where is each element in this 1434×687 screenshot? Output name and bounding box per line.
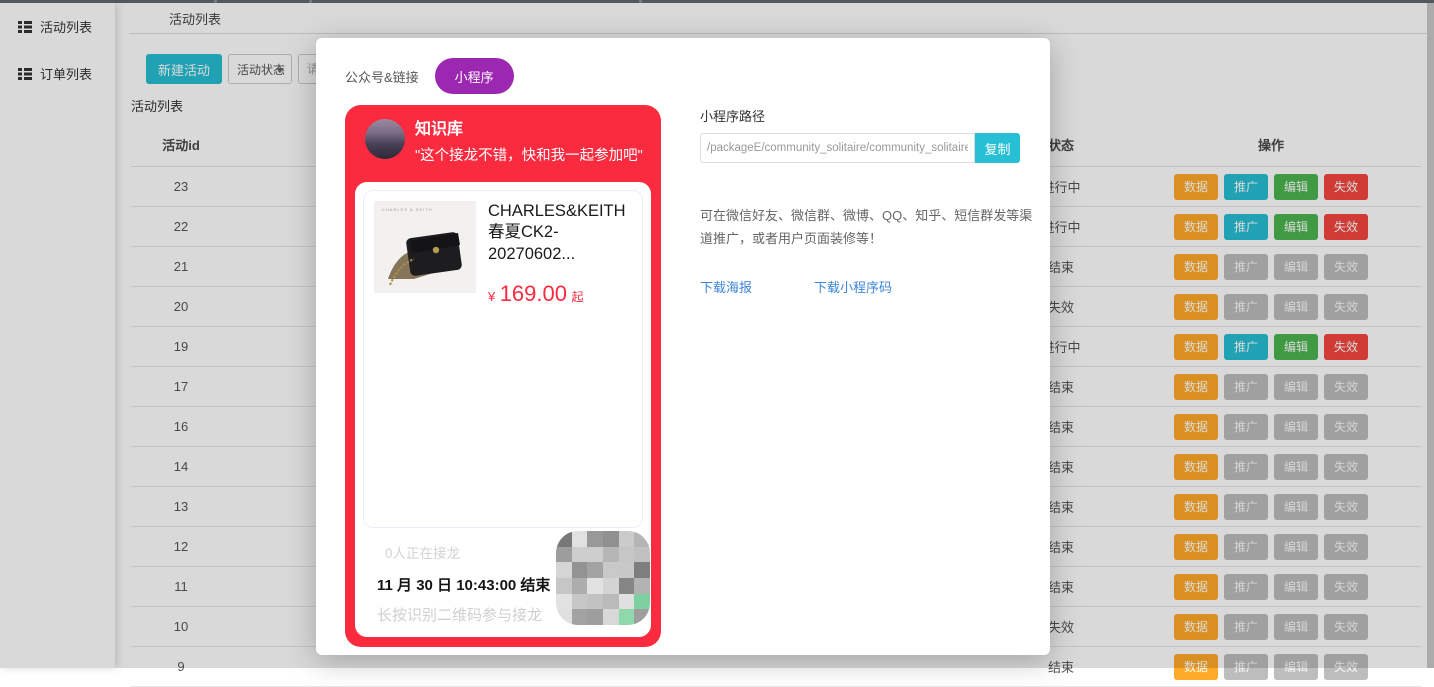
share-card-footer: 0人正在接龙 11 月 30 日 10:43:00 结束 长按识别二维码参与接龙 bbox=[355, 528, 651, 637]
share-card-header: 知识库 "这个接龙不错，快和我一起参加吧" bbox=[345, 105, 661, 165]
mini-program-path-section: 小程序路径 复制 可在微信好友、微信群、微博、QQ、知乎、短信群发等渠道推广，或… bbox=[700, 106, 1030, 296]
share-card-body: CHARLES & KEITH CHARLES&KEITH 春夏CK2- bbox=[355, 182, 651, 637]
modal-tabs: 公众号&链接 小程序 bbox=[316, 38, 1050, 94]
path-input[interactable] bbox=[700, 133, 975, 163]
path-label: 小程序路径 bbox=[700, 106, 1030, 125]
product-price: ¥ 169.00 起 bbox=[488, 281, 632, 307]
share-quote: "这个接龙不错，快和我一起参加吧" bbox=[415, 144, 643, 165]
promo-description: 可在微信好友、微信群、微博、QQ、知乎、短信群发等渠道推广，或者用户页面装修等！ bbox=[700, 205, 1040, 251]
download-links: 下载海报 下载小程序码 bbox=[700, 277, 1030, 296]
share-nickname: 知识库 bbox=[415, 120, 643, 139]
product-image: CHARLES & KEITH bbox=[374, 201, 476, 293]
share-modal: 公众号&链接 小程序 知识库 "这个接龙不错，快和我一起参加吧" CHARLES… bbox=[316, 38, 1050, 655]
product-section: CHARLES & KEITH CHARLES&KEITH 春夏CK2- bbox=[363, 190, 643, 528]
tab-mini-program[interactable]: 小程序 bbox=[435, 58, 514, 94]
qr-code-blurred bbox=[556, 531, 650, 625]
avatar bbox=[365, 119, 405, 159]
download-poster-link[interactable]: 下载海报 bbox=[700, 277, 752, 296]
product-title: CHARLES&KEITH 春夏CK2-20270602... bbox=[488, 201, 632, 265]
share-preview-card: 知识库 "这个接龙不错，快和我一起参加吧" CHARLES & KEITH bbox=[345, 105, 661, 647]
copy-button[interactable]: 复制 bbox=[975, 133, 1020, 163]
product-brand-mark: CHARLES & KEITH bbox=[382, 207, 433, 212]
tab-official-account-link[interactable]: 公众号&链接 bbox=[345, 67, 419, 86]
handbag-illustration bbox=[374, 201, 476, 293]
download-qr-link[interactable]: 下载小程序码 bbox=[814, 277, 892, 296]
